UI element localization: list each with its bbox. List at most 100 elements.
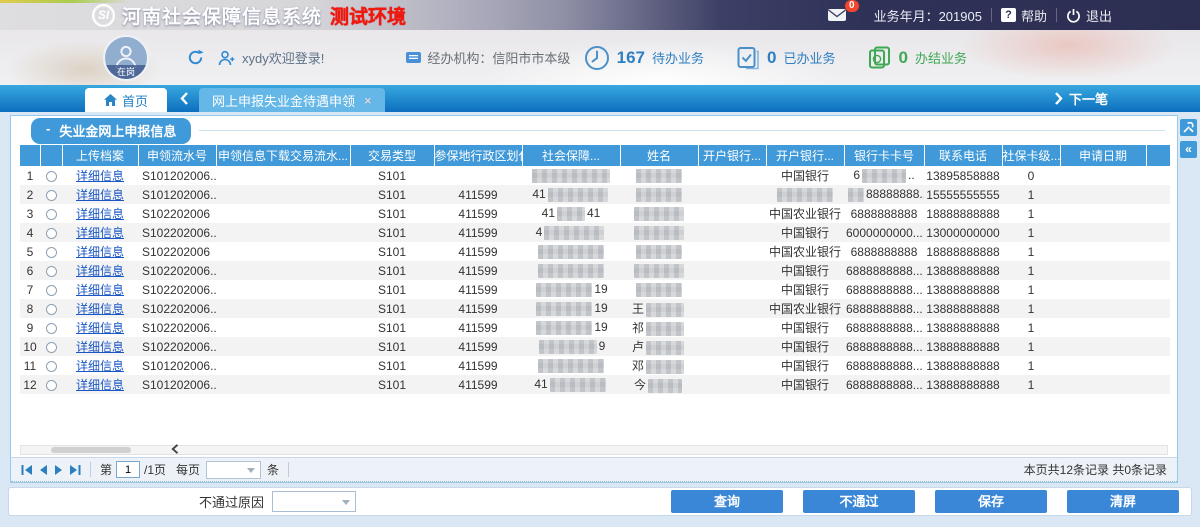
closed-business-counter[interactable]: 0 办结业务 xyxy=(868,45,967,71)
table-body: 1详细信息S101202006..S101中国银行6..138958588880… xyxy=(20,166,1170,394)
row-radio[interactable] xyxy=(46,247,57,258)
save-button[interactable]: 保存 xyxy=(935,490,1047,513)
refresh-button[interactable] xyxy=(187,49,204,66)
row-radio[interactable] xyxy=(46,190,57,201)
column-header[interactable]: 申领流水号 xyxy=(138,145,216,166)
scroll-left-icon[interactable] xyxy=(171,444,179,454)
records-summary: 本页共12条记录 共0条记录 xyxy=(1024,461,1167,478)
detail-info-link[interactable]: 详细信息 xyxy=(76,207,124,221)
table-cell xyxy=(620,166,698,185)
reject-reason-select[interactable] xyxy=(272,491,356,512)
clear-button[interactable]: 清屏 xyxy=(1067,490,1179,513)
table-cell: 今 xyxy=(620,375,698,394)
prev-page-button[interactable] xyxy=(39,465,48,475)
column-header[interactable]: 社会保障... xyxy=(522,145,620,166)
column-header[interactable]: 交易类型 xyxy=(350,145,434,166)
detail-info-link[interactable]: 详细信息 xyxy=(76,340,124,354)
detail-info-link[interactable]: 详细信息 xyxy=(76,226,124,240)
per-page-select[interactable] xyxy=(206,461,261,479)
detail-info-link[interactable]: 详细信息 xyxy=(76,359,124,373)
table-cell xyxy=(216,242,350,261)
detail-info-link[interactable]: 详细信息 xyxy=(76,378,124,392)
last-page-button[interactable] xyxy=(69,465,81,475)
table-cell: 6888888888 xyxy=(844,242,924,261)
table-cell xyxy=(698,318,766,337)
row-number: 8 xyxy=(20,299,40,318)
mail-button[interactable]: 0 xyxy=(827,8,847,22)
panel-tools-button[interactable] xyxy=(1180,119,1197,136)
masked-data xyxy=(646,360,684,374)
column-header[interactable]: 参保地行政区划代... xyxy=(434,145,522,166)
row-radio[interactable] xyxy=(46,380,57,391)
chevron-down-icon xyxy=(247,468,255,473)
horizontal-scrollbar[interactable] xyxy=(20,445,1168,455)
row-radio[interactable] xyxy=(46,342,57,353)
page-number-input[interactable] xyxy=(116,461,140,478)
reject-button[interactable]: 不通过 xyxy=(803,490,915,513)
column-header[interactable]: 开户银行... xyxy=(766,145,844,166)
column-header[interactable]: 申领信息下载交易流水... xyxy=(216,145,350,166)
tab-close-icon[interactable]: × xyxy=(364,94,372,107)
detail-info-link[interactable]: 详细信息 xyxy=(76,321,124,335)
pending-count: 167 xyxy=(617,48,645,68)
table-cell: 13888888888 xyxy=(924,356,1002,375)
row-radio[interactable] xyxy=(46,304,57,315)
column-header[interactable]: 申请日期 xyxy=(1060,145,1146,166)
column-header[interactable]: 银行卡卡号 xyxy=(844,145,924,166)
masked-data xyxy=(634,207,684,221)
detail-info-link[interactable]: 详细信息 xyxy=(76,264,124,278)
next-page-button[interactable] xyxy=(54,465,63,475)
table-cell xyxy=(1060,185,1146,204)
table-cell: 9 xyxy=(522,337,620,356)
table-cell: S101202006.. xyxy=(138,185,216,204)
detail-info-link[interactable]: 详细信息 xyxy=(76,245,124,259)
table-cell: S101202006.. xyxy=(138,356,216,375)
section-header: - 失业金网上申报信息 xyxy=(11,116,1177,145)
row-radio[interactable] xyxy=(46,171,57,182)
tab-scroll-left-button[interactable] xyxy=(180,92,188,105)
tab-home[interactable]: 首页 xyxy=(85,88,167,112)
query-button[interactable]: 查询 xyxy=(671,490,783,513)
panel-collapse-button[interactable]: « xyxy=(1180,141,1197,158)
tab-online-claim[interactable]: 网上申报失业金待遇申领 × xyxy=(199,88,385,112)
table-row: 10详细信息S102202006..S1014115999卢中国银行688888… xyxy=(20,337,1170,356)
table-cell: S101202006.. xyxy=(138,375,216,394)
table-cell: 411599 xyxy=(434,223,522,242)
row-radio[interactable] xyxy=(46,361,57,372)
table-cell: 6888888888... xyxy=(844,299,924,318)
row-radio[interactable] xyxy=(46,209,57,220)
section-title[interactable]: - 失业金网上申报信息 xyxy=(31,118,191,144)
column-header[interactable]: 上传档案 xyxy=(62,145,138,166)
pending-business-counter[interactable]: 167 待办业务 xyxy=(584,45,704,71)
table-cell: 中国银行 xyxy=(766,356,844,375)
table-cell xyxy=(216,318,350,337)
column-header[interactable]: 姓名 xyxy=(620,145,698,166)
table-cell xyxy=(1060,166,1146,185)
row-radio[interactable] xyxy=(46,285,57,296)
done-business-counter[interactable]: 0 已办业务 xyxy=(736,45,835,71)
detail-info-link[interactable]: 详细信息 xyxy=(76,188,124,202)
column-header[interactable]: 开户银行... xyxy=(698,145,766,166)
row-radio[interactable] xyxy=(46,228,57,239)
column-header[interactable]: 社保卡级... xyxy=(1002,145,1060,166)
first-page-button[interactable] xyxy=(21,465,33,475)
next-record-button[interactable]: 下一笔 xyxy=(1055,89,1200,108)
divider xyxy=(288,462,289,477)
brand: SI 河南社会保障信息系统 测试环境 xyxy=(92,2,406,29)
column-header[interactable]: 联系电话 xyxy=(924,145,1002,166)
logout-button[interactable]: 退出 xyxy=(1066,6,1112,25)
row-radio[interactable] xyxy=(46,323,57,334)
table-cell: 411599 xyxy=(434,337,522,356)
detail-info-link[interactable]: 详细信息 xyxy=(76,169,124,183)
help-button[interactable]: ? 帮助 xyxy=(1001,6,1047,25)
row-radio[interactable] xyxy=(46,266,57,277)
detail-info-link[interactable]: 详细信息 xyxy=(76,283,124,297)
scrollbar-thumb[interactable] xyxy=(51,447,131,453)
table-cell: 6888888888... xyxy=(844,337,924,356)
table-cell: 祁 xyxy=(620,318,698,337)
detail-info-link[interactable]: 详细信息 xyxy=(76,302,124,316)
user-add-button[interactable] xyxy=(218,50,235,66)
table-cell xyxy=(1060,261,1146,280)
table-cell xyxy=(620,280,698,299)
table-cell: S102202006.. xyxy=(138,223,216,242)
